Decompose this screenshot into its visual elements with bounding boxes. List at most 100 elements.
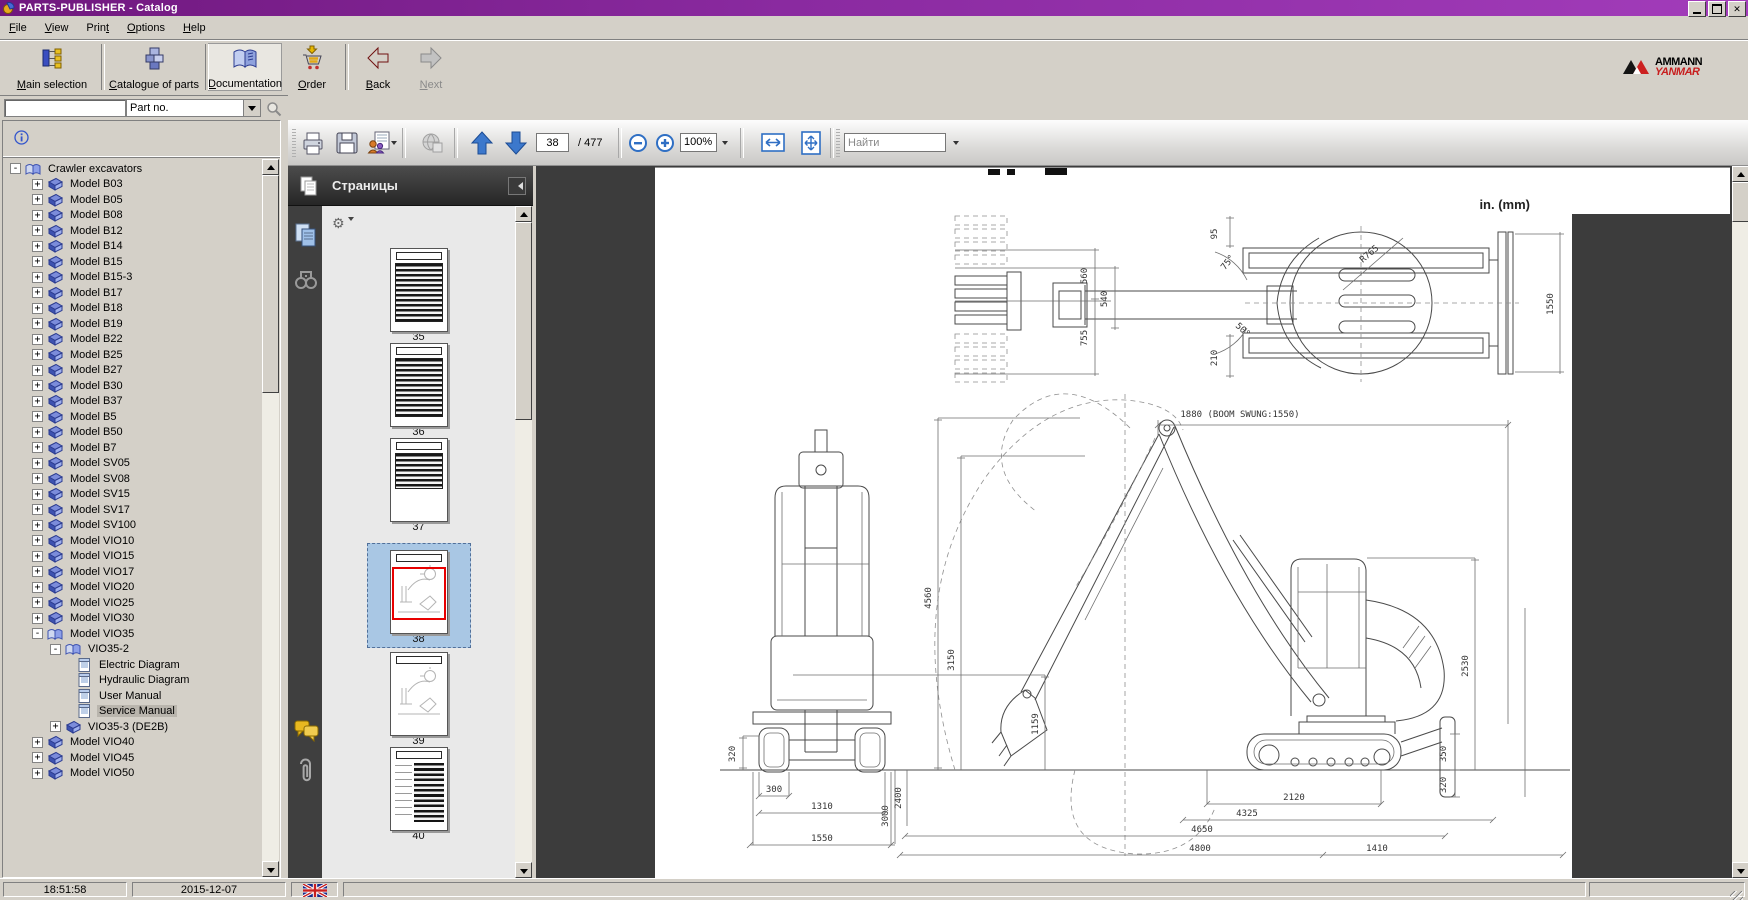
part-number-input[interactable] bbox=[4, 99, 126, 117]
tree-item[interactable]: + Model SV15 bbox=[4, 487, 260, 503]
fit-width-icon[interactable] bbox=[760, 130, 786, 156]
tree-expander[interactable]: + bbox=[32, 225, 43, 236]
search-category-combo[interactable]: Part no. bbox=[126, 99, 261, 117]
page-thumbnail[interactable]: 36 bbox=[390, 343, 448, 438]
tree-item[interactable]: + Model B37 bbox=[4, 394, 260, 410]
tree-expander[interactable]: + bbox=[32, 303, 43, 314]
tree-item[interactable]: Hydraulic Diagram bbox=[4, 673, 260, 689]
tree-expander[interactable]: + bbox=[32, 752, 43, 763]
tree-expander[interactable]: + bbox=[32, 768, 43, 779]
tree-expander[interactable]: + bbox=[32, 396, 43, 407]
page-number-input[interactable] bbox=[536, 133, 569, 152]
tree-item[interactable]: User Manual bbox=[4, 688, 260, 704]
tree-expander[interactable]: + bbox=[32, 194, 43, 205]
tree-expander[interactable]: + bbox=[32, 318, 43, 329]
tree-expander[interactable]: + bbox=[32, 458, 43, 469]
tree-item[interactable]: + Model B50 bbox=[4, 425, 260, 441]
zoom-level-value[interactable]: 100% bbox=[680, 133, 717, 152]
page-thumbnail[interactable]: 35 bbox=[390, 248, 448, 343]
tree-item[interactable]: + Model B15-3 bbox=[4, 270, 260, 286]
tree-item[interactable]: + Model B27 bbox=[4, 363, 260, 379]
tree-expander[interactable]: + bbox=[50, 721, 61, 732]
scroll-up-button[interactable] bbox=[262, 159, 279, 175]
collaborate-dropdown-arrow[interactable] bbox=[388, 133, 401, 152]
tree-expander[interactable]: - bbox=[50, 644, 61, 655]
tree-scrollbar[interactable] bbox=[262, 159, 279, 877]
tree-expander[interactable]: + bbox=[32, 504, 43, 515]
tree-expander[interactable]: + bbox=[32, 256, 43, 267]
tree-expander[interactable]: + bbox=[32, 520, 43, 531]
tree-item[interactable]: + Model VIO50 bbox=[4, 766, 260, 782]
tree-item[interactable]: + Model B08 bbox=[4, 208, 260, 224]
resize-grip[interactable] bbox=[1730, 891, 1743, 900]
tree-expander[interactable]: + bbox=[32, 380, 43, 391]
tree-expander[interactable]: + bbox=[32, 334, 43, 345]
tree-expander[interactable]: + bbox=[32, 349, 43, 360]
scroll-down-button[interactable] bbox=[262, 861, 279, 877]
tree-expander[interactable]: + bbox=[32, 582, 43, 593]
scroll-down-button[interactable] bbox=[515, 862, 532, 878]
tree-expander[interactable]: + bbox=[32, 241, 43, 252]
tree-item[interactable]: + Model SV05 bbox=[4, 456, 260, 472]
tree-item[interactable]: + Model VIO45 bbox=[4, 750, 260, 766]
tree-expander[interactable]: + bbox=[32, 272, 43, 283]
tree-item[interactable]: + Model VIO15 bbox=[4, 549, 260, 565]
tree-item[interactable]: + Model B03 bbox=[4, 177, 260, 193]
tree-item[interactable]: + Model B22 bbox=[4, 332, 260, 348]
tree-item[interactable]: + VIO35-3 (DE2B) bbox=[4, 719, 260, 735]
page-thumbnails-icon[interactable] bbox=[294, 222, 318, 248]
tree-item[interactable]: + Model SV08 bbox=[4, 471, 260, 487]
tree-item[interactable]: + Model VIO20 bbox=[4, 580, 260, 596]
fit-page-icon[interactable] bbox=[798, 130, 824, 156]
toolbar-button[interactable]: Order bbox=[284, 43, 340, 91]
document-scrollbar[interactable] bbox=[1732, 166, 1748, 878]
tree-item[interactable]: + Model B05 bbox=[4, 192, 260, 208]
search-icon[interactable] bbox=[266, 101, 282, 117]
tree-item[interactable]: + Model VIO25 bbox=[4, 595, 260, 611]
tree-item[interactable]: + Model B12 bbox=[4, 223, 260, 239]
scrollbar-thumb[interactable] bbox=[262, 175, 279, 393]
search-binoculars-icon[interactable] bbox=[294, 268, 318, 292]
tree-item[interactable]: Electric Diagram bbox=[4, 657, 260, 673]
tree-expander[interactable]: + bbox=[32, 365, 43, 376]
toolbar-button[interactable]: Back bbox=[350, 43, 406, 91]
thumbnail-options-gear-icon[interactable]: ⚙ bbox=[332, 215, 362, 233]
tree-expander[interactable]: + bbox=[32, 597, 43, 608]
page-thumbnail[interactable]: 39 bbox=[390, 652, 448, 747]
attachments-paperclip-icon[interactable] bbox=[294, 758, 316, 788]
tree-expander[interactable]: + bbox=[32, 427, 43, 438]
tree-expander[interactable]: - bbox=[32, 628, 43, 639]
language-flag-cell[interactable] bbox=[291, 882, 338, 897]
tree-expander[interactable]: + bbox=[32, 179, 43, 190]
tree-item[interactable]: + Model B14 bbox=[4, 239, 260, 255]
tree-item[interactable]: + Model B15 bbox=[4, 254, 260, 270]
tree-item[interactable]: + Model B17 bbox=[4, 285, 260, 301]
tree-expander[interactable]: + bbox=[32, 411, 43, 422]
scroll-up-button[interactable] bbox=[1732, 166, 1748, 182]
zoom-dropdown-arrow[interactable] bbox=[719, 133, 732, 152]
tree-item[interactable]: + Model SV100 bbox=[4, 518, 260, 534]
tree-expander[interactable]: + bbox=[32, 210, 43, 221]
zoom-in-icon[interactable] bbox=[655, 133, 675, 153]
thumbnails-scrollbar[interactable] bbox=[515, 206, 532, 878]
toolbar-button[interactable]: Main selection bbox=[4, 43, 100, 91]
tree-expander[interactable]: + bbox=[32, 473, 43, 484]
close-button[interactable]: ✕ bbox=[1728, 1, 1746, 17]
tree-expander[interactable]: + bbox=[32, 613, 43, 624]
page-thumbnail[interactable]: 38 bbox=[367, 543, 471, 648]
tree-item[interactable]: + Model B25 bbox=[4, 347, 260, 363]
tree-item[interactable]: - Crawler excavators bbox=[4, 161, 260, 177]
tree-item[interactable]: + Model VIO10 bbox=[4, 533, 260, 549]
find-input[interactable] bbox=[844, 133, 946, 152]
scrollbar-thumb[interactable] bbox=[515, 222, 532, 420]
maximize-button[interactable] bbox=[1708, 1, 1726, 17]
tree-item[interactable]: - Model VIO35 bbox=[4, 626, 260, 642]
menu-item[interactable]: File bbox=[0, 19, 36, 37]
zoom-out-icon[interactable] bbox=[628, 133, 648, 153]
tree-item[interactable]: + Model VIO17 bbox=[4, 564, 260, 580]
find-dropdown-arrow[interactable] bbox=[950, 133, 963, 152]
toolbar-button[interactable]: Catalogue of parts bbox=[104, 43, 204, 91]
tree-item[interactable]: + Model SV17 bbox=[4, 502, 260, 518]
info-icon[interactable] bbox=[14, 130, 29, 145]
tree-item[interactable]: + Model B5 bbox=[4, 409, 260, 425]
